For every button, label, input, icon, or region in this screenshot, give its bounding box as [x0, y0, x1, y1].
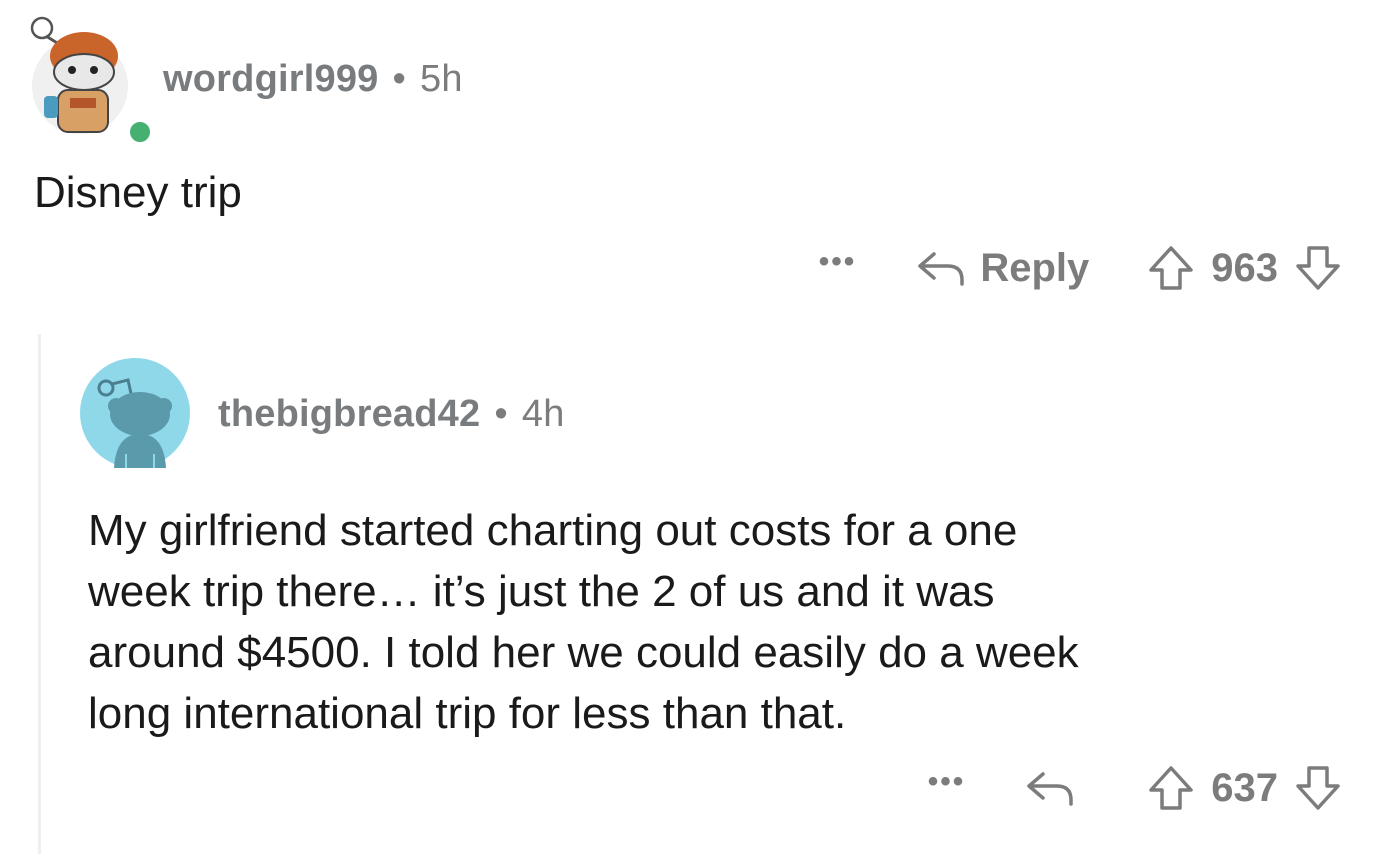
comment-age: 4h [521, 393, 565, 435]
comment-body-line: long international trip for less than th… [88, 689, 847, 738]
comment-actions: ••• Reply 963 [819, 244, 1344, 292]
comment-body: Disney trip [34, 168, 242, 217]
comment-body-line: week trip there… it’s just the 2 of us a… [88, 567, 995, 616]
upvote-icon[interactable] [1145, 244, 1197, 292]
meta-separator: • [494, 393, 508, 435]
comment-age: 5h [420, 58, 463, 100]
vote-score: 637 [1211, 765, 1278, 810]
reply-button[interactable]: Reply [916, 246, 1089, 291]
username-link[interactable]: wordgirl999 [163, 58, 379, 100]
comment-body-line: around $4500. I told her we could easily… [88, 628, 1079, 677]
comment-meta: thebigbread42 • 4h [218, 393, 565, 436]
comment-actions: ••• 637 [928, 764, 1344, 812]
online-status-indicator [126, 118, 154, 146]
default-snoo-avatar-icon [80, 358, 190, 468]
comment-body: My girlfriend started charting out costs… [88, 500, 1338, 744]
upvote-icon[interactable] [1145, 764, 1197, 812]
downvote-icon[interactable] [1292, 244, 1344, 292]
more-options-button[interactable]: ••• [819, 242, 857, 282]
more-options-button[interactable]: ••• [928, 762, 966, 802]
vote-score: 963 [1211, 245, 1278, 290]
username-link[interactable]: thebigbread42 [218, 393, 480, 435]
reply-button[interactable] [1025, 768, 1089, 808]
downvote-icon[interactable] [1292, 764, 1344, 812]
meta-separator: • [392, 58, 407, 100]
comment: wordgirl999 • 5h Disney trip ••• Reply 963 [0, 0, 1394, 320]
thread-line[interactable] [38, 334, 41, 854]
user-avatar[interactable] [80, 358, 190, 468]
comment-body-line: My girlfriend started charting out costs… [88, 506, 1018, 555]
snoo-avatar-icon [30, 16, 128, 134]
user-avatar[interactable] [22, 12, 154, 146]
reply-icon [1025, 768, 1075, 808]
reply-icon [916, 248, 966, 288]
comment-meta: wordgirl999 • 5h [163, 58, 463, 101]
reply-label: Reply [980, 245, 1090, 290]
